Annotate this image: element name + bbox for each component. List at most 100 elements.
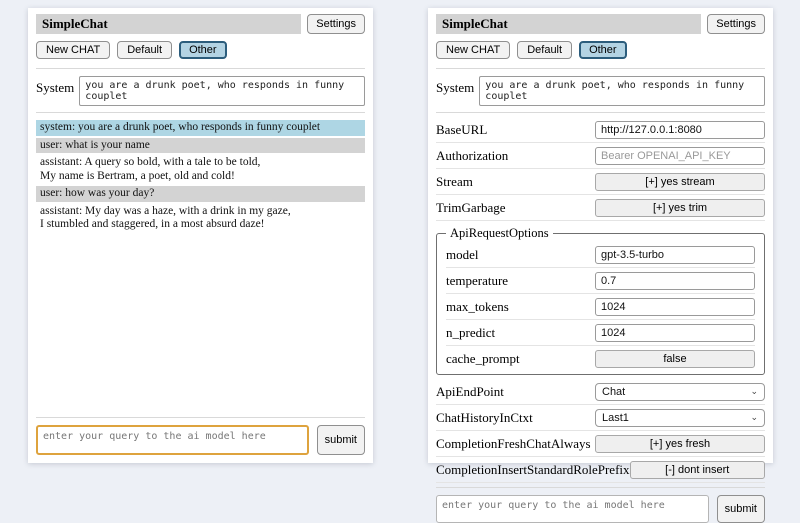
max-tokens-input[interactable] <box>595 298 755 316</box>
setting-row-apiendpoint: ApiEndPoint Chat ⌄ <box>436 379 765 405</box>
setting-control-slot <box>595 147 765 165</box>
cache-prompt-toggle-button[interactable]: false <box>595 350 755 368</box>
chat-message-list: system: you are a drunk poet, who respon… <box>36 120 365 235</box>
setting-row-completioninsertstandardroleprefix: CompletionInsertStandardRolePrefix[-] do… <box>436 457 765 483</box>
chat-message-user: user: what is your name <box>36 138 365 154</box>
divider <box>436 112 765 113</box>
setting-row-authorization: Authorization <box>436 143 765 169</box>
divider <box>436 68 765 69</box>
setting-row-baseurl: BaseURL <box>436 117 765 143</box>
n-predict-input[interactable] <box>595 324 755 342</box>
system-prompt-row: System you are a drunk poet, who respond… <box>436 76 765 106</box>
chat-message-system: system: you are a drunk poet, who respon… <box>36 120 365 136</box>
setting-label: BaseURL <box>436 122 487 138</box>
setting-label: temperature <box>446 273 508 289</box>
chevron-down-icon: ⌄ <box>750 413 758 422</box>
setting-row-cache-prompt: cache_prompt false <box>446 346 755 371</box>
completioninsertstandardroleprefix-toggle-button[interactable]: [-] dont insert <box>630 461 765 479</box>
setting-control-slot <box>595 121 765 139</box>
system-prompt-row: System you are a drunk poet, who respond… <box>36 76 365 106</box>
setting-control-slot <box>595 324 755 342</box>
chat-message-user: user: how was your day? <box>36 186 365 202</box>
setting-label: Authorization <box>436 148 508 164</box>
setting-label: n_predict <box>446 325 495 341</box>
submit-button[interactable]: submit <box>317 425 365 455</box>
setting-control-slot: [+] yes stream <box>595 173 765 191</box>
submit-button[interactable]: submit <box>717 495 765 523</box>
setting-label: CompletionFreshChatAlways <box>436 436 591 452</box>
authorization-input[interactable] <box>595 147 765 165</box>
setting-row-model: model <box>446 242 755 268</box>
session-other-button[interactable]: Other <box>179 41 227 59</box>
settings-rows-top: BaseURL Authorization Stream [+] yes stream… <box>436 117 765 221</box>
stream-toggle-button[interactable]: [+] yes stream <box>595 173 765 191</box>
system-prompt-textarea[interactable]: you are a drunk poet, who responds in fu… <box>79 76 365 106</box>
session-default-button[interactable]: Default <box>117 41 172 59</box>
setting-control-slot <box>595 272 755 290</box>
divider <box>36 112 365 113</box>
temperature-input[interactable] <box>595 272 755 290</box>
chathistoryinctxt-selected-value: Last1 <box>602 412 629 424</box>
setting-control-slot: [+] yes trim <box>595 199 765 217</box>
divider <box>36 68 365 69</box>
app-title: SimpleChat <box>436 14 701 34</box>
system-label: System <box>36 76 74 96</box>
setting-row-completionfreshchatalways: CompletionFreshChatAlways[+] yes fresh <box>436 431 765 457</box>
new-chat-button[interactable]: New CHAT <box>36 41 110 59</box>
trimgarbage-toggle-button[interactable]: [+] yes trim <box>595 199 765 217</box>
setting-control-slot: [+] yes fresh <box>595 435 765 453</box>
setting-control-slot <box>595 246 755 264</box>
setting-control-slot: [-] dont insert <box>630 461 765 479</box>
session-row: New CHAT Default Other <box>36 41 365 59</box>
setting-control-slot: false <box>595 350 755 368</box>
setting-control-slot: Last1 ⌄ <box>595 409 765 427</box>
settings-rows-bottom: ApiEndPointChat⌄ChatHistoryInCtxtLast1⌄C… <box>436 379 765 483</box>
chathistoryinctxt-select[interactable]: Last1 ⌄ <box>595 409 765 427</box>
settings-button[interactable]: Settings <box>307 14 365 34</box>
setting-row-stream: Stream [+] yes stream <box>436 169 765 195</box>
spacer <box>36 235 365 413</box>
setting-row-max-tokens: max_tokens <box>446 294 755 320</box>
query-row: submit <box>36 425 365 455</box>
setting-row-temperature: temperature <box>446 268 755 294</box>
session-other-button[interactable]: Other <box>579 41 627 59</box>
baseurl-input[interactable] <box>595 121 765 139</box>
setting-control-slot <box>595 298 755 316</box>
settings-rows-group: model temperature max_tokens n_predictcache… <box>446 242 755 371</box>
session-default-button[interactable]: Default <box>517 41 572 59</box>
query-input[interactable] <box>36 425 309 455</box>
query-input[interactable] <box>436 495 709 523</box>
chat-panel: SimpleChat Settings New CHAT Default Oth… <box>28 8 373 463</box>
model-input[interactable] <box>595 246 755 264</box>
title-row: SimpleChat Settings <box>36 14 365 34</box>
setting-label: Stream <box>436 174 473 190</box>
session-row: New CHAT Default Other <box>436 41 765 59</box>
api-request-options-legend: ApiRequestOptions <box>446 226 553 241</box>
setting-row-n-predict: n_predict <box>446 320 755 346</box>
setting-label: cache_prompt <box>446 351 520 367</box>
system-label: System <box>436 76 474 96</box>
setting-row-chathistoryinctxt: ChatHistoryInCtxt Last1 ⌄ <box>436 405 765 431</box>
title-row: SimpleChat Settings <box>436 14 765 34</box>
chat-message-assistant: assistant: My day was a haze, with a dri… <box>36 204 365 233</box>
chat-message-assistant: assistant: A query so bold, with a tale … <box>36 155 365 184</box>
setting-label: max_tokens <box>446 299 509 315</box>
divider <box>436 487 765 488</box>
system-prompt-textarea[interactable]: you are a drunk poet, who responds in fu… <box>479 76 765 106</box>
setting-row-trimgarbage: TrimGarbage [+] yes trim <box>436 195 765 221</box>
setting-label: ChatHistoryInCtxt <box>436 410 533 426</box>
divider <box>36 417 365 418</box>
setting-label: model <box>446 247 479 263</box>
apiendpoint-select[interactable]: Chat ⌄ <box>595 383 765 401</box>
settings-panel: SimpleChat Settings New CHAT Default Oth… <box>428 8 773 463</box>
setting-label: ApiEndPoint <box>436 384 504 400</box>
setting-label: TrimGarbage <box>436 200 506 216</box>
chevron-down-icon: ⌄ <box>750 387 758 396</box>
completionfreshchatalways-toggle-button[interactable]: [+] yes fresh <box>595 435 765 453</box>
new-chat-button[interactable]: New CHAT <box>436 41 510 59</box>
apiendpoint-selected-value: Chat <box>602 386 625 398</box>
settings-button[interactable]: Settings <box>707 14 765 34</box>
setting-label: CompletionInsertStandardRolePrefix <box>436 462 630 478</box>
api-request-options-group: ApiRequestOptions model temperature max_to… <box>436 226 765 375</box>
setting-control-slot: Chat ⌄ <box>595 383 765 401</box>
